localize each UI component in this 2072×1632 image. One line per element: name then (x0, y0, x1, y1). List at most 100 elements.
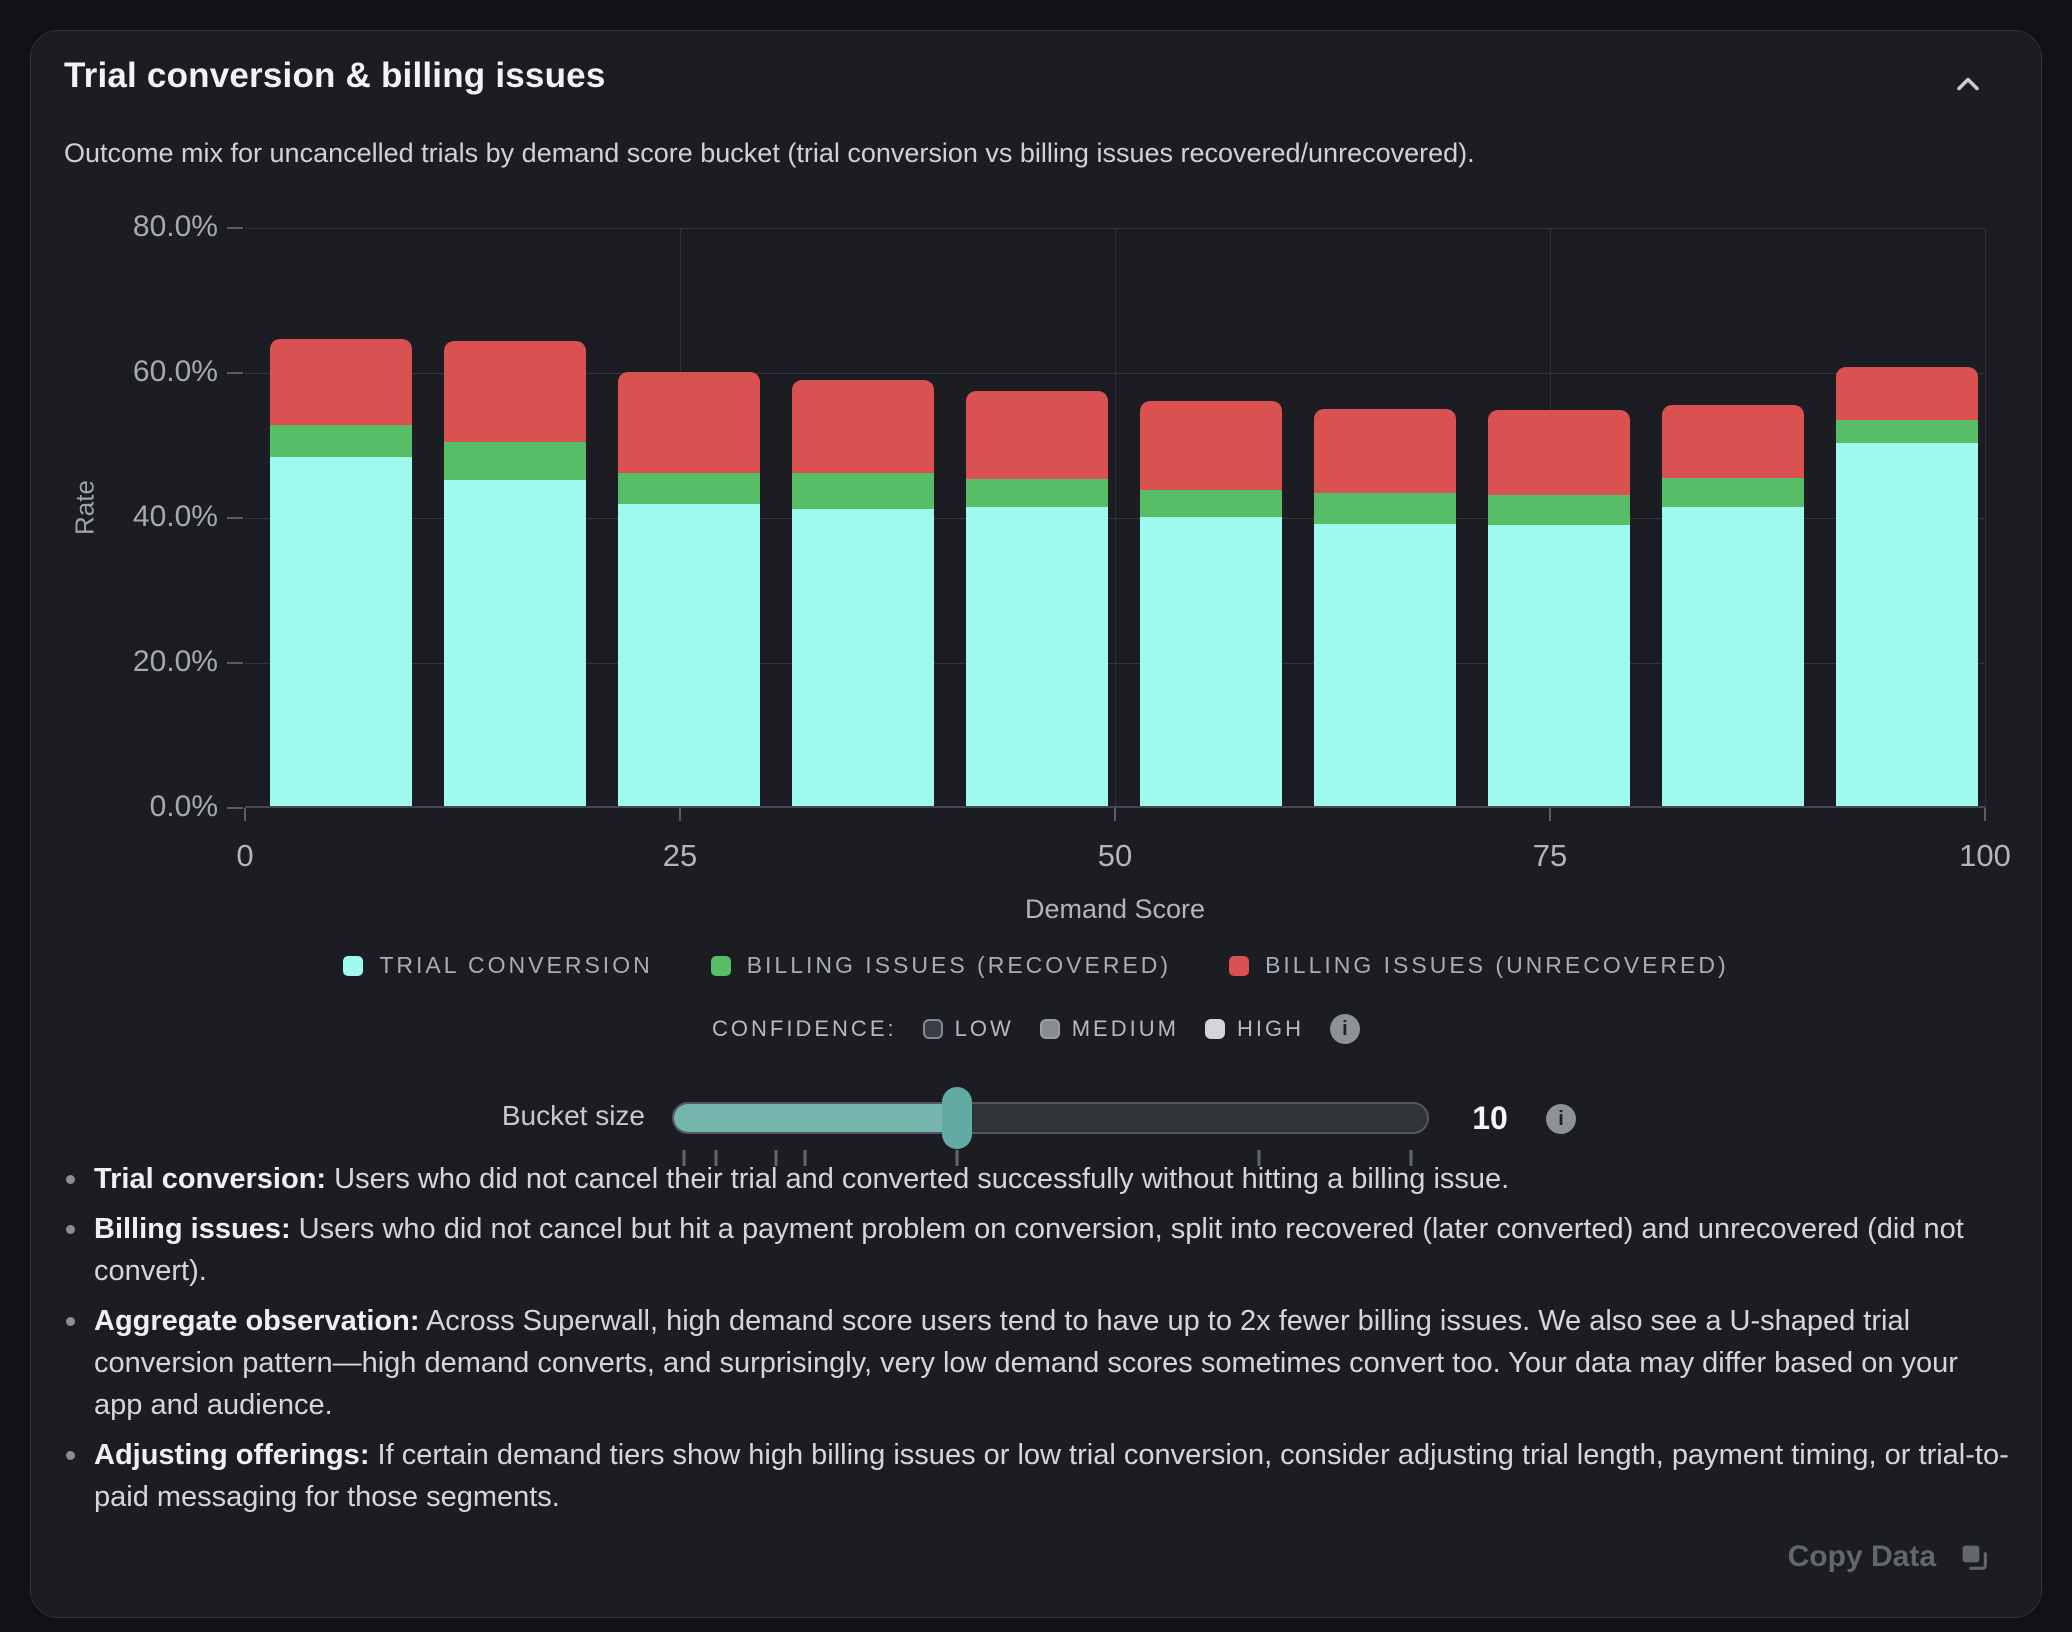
legend-label: BILLING ISSUES (RECOVERED) (747, 952, 1171, 979)
legend-label: TRIAL CONVERSION (379, 952, 652, 979)
note-item: Aggregate observation: Across Superwall,… (66, 1300, 2012, 1426)
bar-70-80[interactable] (1488, 410, 1630, 806)
note-text: Aggregate observation: Across Superwall,… (94, 1300, 2012, 1426)
confidence-checkbox (1205, 1019, 1225, 1039)
bar-segment (618, 372, 760, 472)
confidence-checkbox (923, 1019, 943, 1039)
confidence-info-icon[interactable]: i (1330, 1014, 1360, 1044)
x-tick-label: 100 (1959, 838, 2011, 874)
notes-list: Trial conversion: Users who did not canc… (66, 1158, 2012, 1526)
y-tick-mark (227, 372, 243, 374)
bar-segment (270, 457, 412, 806)
legend-item[interactable]: BILLING ISSUES (RECOVERED) (711, 952, 1171, 979)
confidence-row: CONFIDENCE: LOWMEDIUMHIGHi (64, 1014, 2008, 1044)
bucket-size-slider[interactable] (672, 1102, 1429, 1134)
confidence-option-high[interactable]: HIGH (1205, 1016, 1304, 1042)
confidence-label: LOW (955, 1016, 1014, 1042)
note-item: Trial conversion: Users who did not canc… (66, 1158, 2012, 1200)
legend-item[interactable]: TRIAL CONVERSION (343, 952, 652, 979)
bullet-icon (66, 1317, 75, 1326)
bar-segment (444, 480, 586, 806)
legend-swatch (343, 956, 363, 976)
bullet-icon (66, 1225, 75, 1234)
bar-segment (1140, 517, 1282, 806)
bar-80-90[interactable] (1662, 405, 1804, 806)
bar-60-70[interactable] (1314, 409, 1456, 806)
collapse-button[interactable] (1946, 64, 1990, 108)
bar-segment (1836, 367, 1978, 421)
x-tick-mark (679, 808, 681, 821)
x-tick-mark (1114, 808, 1116, 821)
y-tick-label: 0.0% (58, 790, 218, 824)
confidence-option-medium[interactable]: MEDIUM (1040, 1016, 1179, 1042)
bar-segment (1314, 409, 1456, 492)
bar-40-50[interactable] (966, 391, 1108, 806)
bar-segment (1140, 401, 1282, 489)
bullet-icon (66, 1175, 75, 1184)
bar-10-20[interactable] (444, 341, 586, 806)
bar-segment (618, 473, 760, 505)
bar-segment (1662, 478, 1804, 506)
x-tick-mark (1984, 808, 1986, 821)
copy-data-label: Copy Data (1788, 1540, 1936, 1574)
bullet-icon (66, 1451, 75, 1460)
bar-segment (792, 473, 934, 510)
bar-segment (444, 442, 586, 480)
chevron-up-icon (1950, 66, 1986, 107)
bucket-size-info-icon[interactable]: i (1546, 1104, 1576, 1134)
bar-segment (966, 507, 1108, 806)
confidence-label: HIGH (1237, 1016, 1304, 1042)
y-tick-mark (227, 227, 243, 229)
note-item: Adjusting offerings: If certain demand t… (66, 1434, 2012, 1518)
slider-thumb[interactable] (942, 1087, 972, 1149)
x-axis-title: Demand Score (245, 894, 1985, 925)
card-subtitle: Outcome mix for uncancelled trials by de… (64, 138, 1475, 169)
legend: TRIAL CONVERSION BILLING ISSUES (RECOVERE… (64, 952, 2008, 979)
x-tick-mark (244, 808, 246, 821)
y-tick-label: 60.0% (58, 355, 218, 389)
bar-segment (1314, 524, 1456, 806)
y-tick-label: 20.0% (58, 645, 218, 679)
bar-segment (270, 425, 412, 456)
bucket-size-value: 10 (1458, 1100, 1522, 1137)
copy-icon (1958, 1541, 1990, 1573)
bar-30-40[interactable] (792, 380, 934, 806)
plot-area (245, 228, 1985, 808)
note-text: Adjusting offerings: If certain demand t… (94, 1434, 2012, 1518)
bar-segment (966, 391, 1108, 479)
bar-segment (1836, 420, 1978, 442)
v-gridline (1115, 228, 1116, 808)
bar-segment (270, 339, 412, 425)
y-tick-label: 40.0% (58, 500, 218, 534)
legend-item[interactable]: BILLING ISSUES (UNRECOVERED) (1229, 952, 1729, 979)
slider-fill (674, 1104, 957, 1132)
confidence-checkbox (1040, 1019, 1060, 1039)
bar-segment (1314, 493, 1456, 524)
note-item: Billing issues: Users who did not cancel… (66, 1208, 2012, 1292)
bar-segment (1488, 495, 1630, 525)
bar-segment (1662, 507, 1804, 806)
note-text: Billing issues: Users who did not cancel… (94, 1208, 2012, 1292)
bar-20-30[interactable] (618, 372, 760, 806)
bar-segment (792, 509, 934, 806)
legend-swatch (1229, 956, 1249, 976)
legend-swatch (711, 956, 731, 976)
confidence-option-low[interactable]: LOW (923, 1016, 1014, 1042)
legend-label: BILLING ISSUES (UNRECOVERED) (1265, 952, 1729, 979)
copy-data-button[interactable]: Copy Data (1788, 1540, 1990, 1574)
v-gridline (1985, 228, 1986, 808)
y-tick-mark (227, 517, 243, 519)
bar-segment (444, 341, 586, 442)
bar-segment (1488, 410, 1630, 495)
y-tick-mark (227, 807, 243, 809)
bar-segment (1140, 490, 1282, 517)
x-tick-label: 75 (1533, 838, 1567, 874)
bar-50-60[interactable] (1140, 401, 1282, 806)
bar-segment (792, 380, 934, 472)
bar-90-100[interactable] (1836, 367, 1978, 806)
bar-segment (1488, 525, 1630, 806)
bar-0-10[interactable] (270, 339, 412, 806)
x-tick-label: 0 (236, 838, 253, 874)
bar-segment (1836, 443, 1978, 806)
bar-segment (618, 504, 760, 806)
